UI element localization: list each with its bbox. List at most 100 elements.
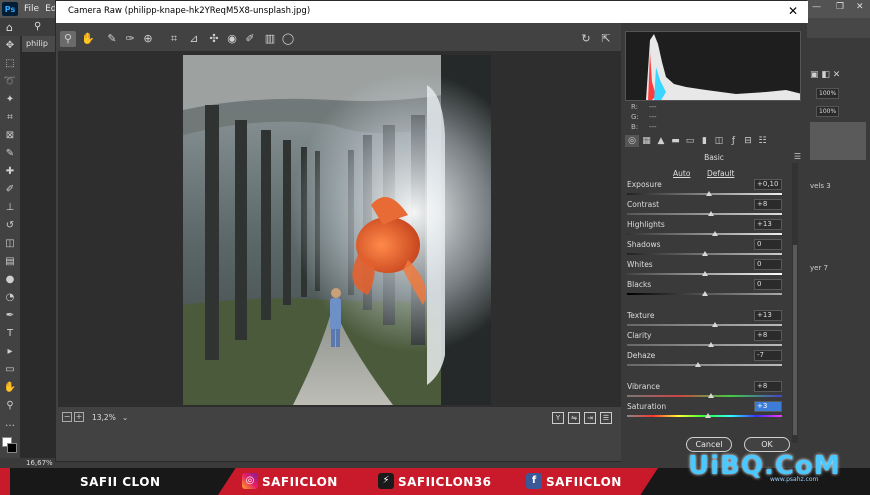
slider-track-texture[interactable] xyxy=(627,324,782,326)
tab-effects-icon[interactable]: ƒ xyxy=(727,135,741,147)
eraser-tool-icon[interactable]: ◫ xyxy=(3,238,17,250)
zoom-in-icon[interactable]: + xyxy=(74,412,84,422)
slider-thumb-contrast[interactable] xyxy=(707,211,714,216)
adjustment-brush-icon[interactable]: ✐ xyxy=(242,31,258,47)
layer-name-layer7[interactable]: yer 7 xyxy=(810,264,828,272)
brush-tool-icon[interactable]: ✐ xyxy=(3,184,17,196)
slider-thumb-highlights[interactable] xyxy=(712,231,719,236)
color-sampler-tool-icon[interactable]: ✑ xyxy=(122,31,138,47)
rotate-icon[interactable]: ↻ xyxy=(578,31,594,47)
maximize-icon[interactable]: ❐ xyxy=(836,2,844,12)
slider-thumb-dehaze[interactable] xyxy=(695,362,702,367)
magic-wand-tool-icon[interactable]: ✦ xyxy=(3,94,17,106)
zoom-dropdown-icon[interactable]: ⌄ xyxy=(122,413,128,422)
marquee-tool-icon[interactable]: ⬚ xyxy=(3,58,17,70)
more-tools-icon[interactable]: … xyxy=(3,418,17,430)
panel-scrollbar-thumb[interactable] xyxy=(793,245,797,435)
red-eye-tool-icon[interactable]: ◉ xyxy=(224,31,240,47)
path-selection-tool-icon[interactable]: ▸ xyxy=(3,346,17,358)
crop-tool-icon[interactable]: ⌗ xyxy=(166,31,182,47)
crop-tool-icon[interactable]: ⌗ xyxy=(3,112,17,124)
tab-lens-icon[interactable]: ▮ xyxy=(698,135,712,147)
slider-thumb-exposure[interactable] xyxy=(706,191,713,196)
straighten-tool-icon[interactable]: ⊿ xyxy=(186,31,202,47)
slider-track-vibrance[interactable] xyxy=(627,395,782,397)
tab-calibration-icon[interactable]: ⊟ xyxy=(741,135,755,147)
swap-settings-icon[interactable]: ⇋ xyxy=(568,412,580,424)
zoom-out-icon[interactable]: − xyxy=(62,412,72,422)
background-color-swatch[interactable] xyxy=(7,443,17,453)
tab-detail-icon[interactable]: ▲ xyxy=(654,135,668,147)
hand-tool-icon[interactable]: ✋ xyxy=(3,382,17,394)
slider-thumb-texture[interactable] xyxy=(712,322,719,327)
home-icon[interactable]: ⌂ xyxy=(6,21,13,34)
slider-value-contrast[interactable]: +8 xyxy=(754,199,782,210)
frame-tool-icon[interactable]: ⊠ xyxy=(3,130,17,142)
slider-track-dehaze[interactable] xyxy=(627,364,782,366)
slider-thumb-vibrance[interactable] xyxy=(707,393,714,398)
auto-link[interactable]: Auto xyxy=(673,169,690,178)
default-link[interactable]: Default xyxy=(707,169,734,178)
hand-tool-icon[interactable]: ✋ xyxy=(80,31,96,47)
close-dialog-icon[interactable]: ✕ xyxy=(788,4,798,18)
stamp-tool-icon[interactable]: ⊥ xyxy=(3,202,17,214)
graduated-filter-icon[interactable]: ▥ xyxy=(262,31,278,47)
minimize-icon[interactable]: — xyxy=(812,2,821,12)
slider-value-texture[interactable]: +13 xyxy=(754,310,782,321)
panel-menu-icon[interactable]: ☰ xyxy=(794,152,801,161)
tab-split-toning-icon[interactable]: ▭ xyxy=(683,135,697,147)
copy-settings-icon[interactable]: ⇥ xyxy=(584,412,596,424)
close-window-icon[interactable]: ✕ xyxy=(856,2,864,12)
slider-thumb-shadows[interactable] xyxy=(701,251,708,256)
slider-value-blacks[interactable]: 0 xyxy=(754,279,782,290)
slider-value-clarity[interactable]: +8 xyxy=(754,330,782,341)
layers-panel-icons[interactable]: ▣ ◧ ✕ xyxy=(810,70,840,80)
slider-thumb-whites[interactable] xyxy=(701,271,708,276)
tab-presets-icon[interactable]: ☷ xyxy=(756,135,770,147)
slider-track-highlights[interactable] xyxy=(627,233,782,235)
gradient-tool-icon[interactable]: ▤ xyxy=(3,256,17,268)
tab-basic-icon[interactable]: ◎ xyxy=(625,135,639,147)
targeted-adjustment-tool-icon[interactable]: ⊕ xyxy=(140,31,156,47)
slider-value-saturation[interactable]: +3 xyxy=(754,401,782,412)
slider-value-dehaze[interactable]: -7 xyxy=(754,350,782,361)
open-preferences-icon[interactable]: ⇱ xyxy=(598,31,614,47)
tab-transform-icon[interactable]: ◫ xyxy=(712,135,726,147)
slider-track-exposure[interactable] xyxy=(627,193,782,195)
layer-thumbnail[interactable] xyxy=(810,122,866,160)
ok-button[interactable]: OK xyxy=(744,437,790,452)
preview-canvas[interactable] xyxy=(58,51,621,407)
document-tab[interactable]: philip xyxy=(22,36,56,52)
slider-thumb-clarity[interactable] xyxy=(707,342,714,347)
radial-filter-icon[interactable]: ◯ xyxy=(280,31,296,47)
slider-track-contrast[interactable] xyxy=(627,213,782,215)
zoom-tool-icon[interactable]: ⚲ xyxy=(60,31,76,47)
move-tool-icon[interactable]: ✥ xyxy=(3,40,17,52)
layer-name-levels[interactable]: vels 3 xyxy=(810,182,831,190)
slider-thumb-saturation[interactable] xyxy=(704,413,711,418)
opacity-field[interactable]: 100% xyxy=(816,88,840,99)
slider-value-exposure[interactable]: +0,10 xyxy=(754,179,782,190)
preview-prefs-icon[interactable]: ☰ xyxy=(600,412,612,424)
slider-value-vibrance[interactable]: +8 xyxy=(754,381,782,392)
zoom-level[interactable]: 13,2% xyxy=(92,413,116,422)
shape-tool-icon[interactable]: ▭ xyxy=(3,364,17,376)
eyedropper-tool-icon[interactable]: ✎ xyxy=(3,148,17,160)
tab-tone-curve-icon[interactable]: ▦ xyxy=(640,135,654,147)
history-brush-tool-icon[interactable]: ↺ xyxy=(3,220,17,232)
healing-tool-icon[interactable]: ✚ xyxy=(3,166,17,178)
menu-file[interactable]: File xyxy=(24,4,39,14)
search-icon[interactable]: ⚲ xyxy=(34,21,41,32)
type-tool-icon[interactable]: T xyxy=(3,328,17,340)
cancel-button[interactable]: Cancel xyxy=(686,437,732,452)
slider-track-clarity[interactable] xyxy=(627,344,782,346)
dodge-tool-icon[interactable]: ◔ xyxy=(3,292,17,304)
slider-value-whites[interactable]: 0 xyxy=(754,259,782,270)
pen-tool-icon[interactable]: ✒ xyxy=(3,310,17,322)
white-balance-tool-icon[interactable]: ✎ xyxy=(104,31,120,47)
before-after-toggle-icon[interactable]: Y xyxy=(552,412,564,424)
tab-hsl-icon[interactable]: ▬ xyxy=(669,135,683,147)
blur-tool-icon[interactable]: ● xyxy=(3,274,17,286)
fill-field[interactable]: 100% xyxy=(816,106,840,117)
slider-thumb-blacks[interactable] xyxy=(701,291,708,296)
